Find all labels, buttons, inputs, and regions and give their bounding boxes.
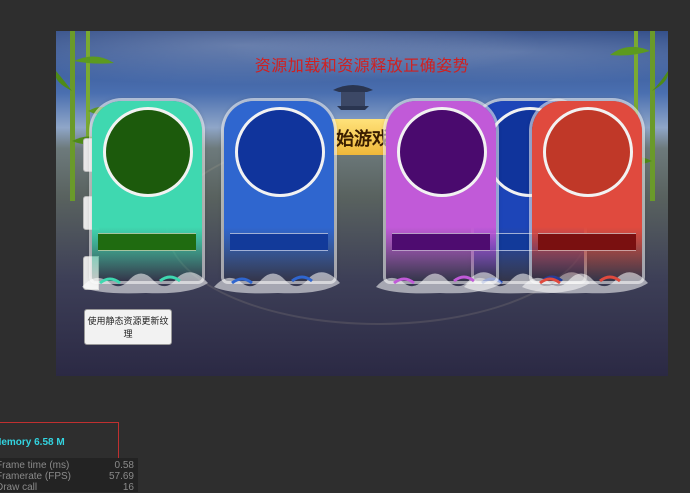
card-blue-avatar [235, 107, 325, 197]
card-red[interactable] [522, 101, 648, 294]
perf-table: Frame time (ms) 0.58 Framerate (FPS) 57.… [0, 458, 138, 493]
card-red-wave-decoration [522, 272, 648, 294]
game-canvas[interactable]: 资源加载和资源释放正确姿势 始游戏 使用静态资源更新纹理 [56, 31, 668, 376]
perf-row-draw-call: Draw call 16 [0, 482, 134, 493]
perf-row-frame-time: Frame time (ms) 0.58 [0, 460, 134, 471]
start-game-label: 始游戏 [336, 129, 390, 150]
perf-row-framerate: Framerate (FPS) 57.69 [0, 471, 134, 482]
card-purple[interactable] [376, 101, 502, 294]
card-red-avatar [543, 107, 633, 197]
card-green-avatar [103, 107, 193, 197]
card-red-bar [538, 233, 636, 251]
card-green-bar [98, 233, 196, 251]
card-purple-avatar [397, 107, 487, 197]
card-purple-bar [392, 233, 490, 251]
card-blue-bar [230, 233, 328, 251]
card-green[interactable] [82, 101, 208, 294]
card-blue-wave-decoration [214, 272, 340, 294]
card-green-wave-decoration [82, 272, 208, 294]
use-static-resource-button[interactable]: 使用静态资源更新纹理 [84, 309, 172, 345]
memory-readout: Memory 6.58 M [0, 437, 65, 448]
pavilion-icon [333, 85, 373, 110]
card-purple-wave-decoration [376, 272, 502, 294]
card-blue[interactable] [214, 101, 340, 294]
page-title: 资源加载和资源释放正确姿势 [254, 56, 470, 75]
